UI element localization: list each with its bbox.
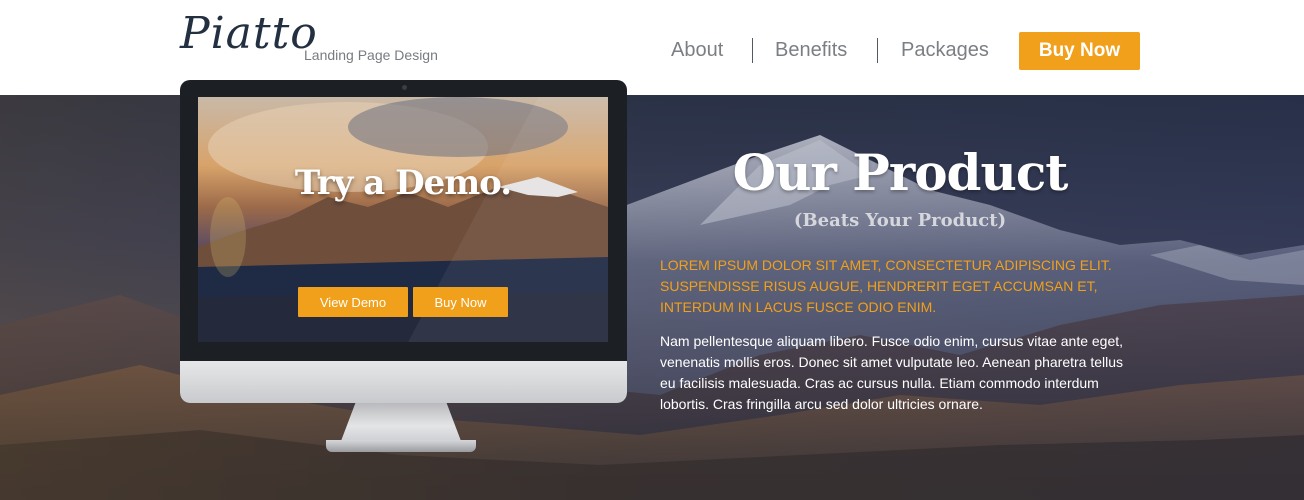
nav-divider <box>877 38 878 63</box>
nav-benefits-link[interactable]: Benefits <box>775 39 847 62</box>
product-title: Our Product <box>732 143 1069 202</box>
demo-title: Try a Demo. <box>294 163 512 203</box>
product-lead-text: LOREM IPSUM DOLOR SIT AMET, CONSECTETUR … <box>660 257 1112 315</box>
monitor-stand <box>341 403 461 441</box>
demo-buy-now-button[interactable]: Buy Now <box>413 287 508 317</box>
tagline: Landing Page Design <box>304 47 438 63</box>
view-demo-button[interactable]: View Demo <box>298 287 408 317</box>
logo[interactable]: Piatto <box>180 8 318 59</box>
monitor-mockup: Try a Demo. View Demo Buy Now <box>180 80 627 403</box>
nav-divider <box>752 38 753 63</box>
monitor-screen: Try a Demo. View Demo Buy Now <box>198 97 608 342</box>
nav-packages-link[interactable]: Packages <box>901 39 989 62</box>
camera-dot <box>402 85 407 90</box>
product-body-text: Nam pellentesque aliquam libero. Fusce o… <box>660 333 1124 412</box>
nav-about-link[interactable]: About <box>671 39 723 62</box>
buy-now-button[interactable]: Buy Now <box>1019 32 1140 70</box>
monitor-stand-base <box>326 440 476 452</box>
monitor-chin <box>180 361 627 403</box>
product-subtitle: (Beats Your Product) <box>793 210 1007 231</box>
